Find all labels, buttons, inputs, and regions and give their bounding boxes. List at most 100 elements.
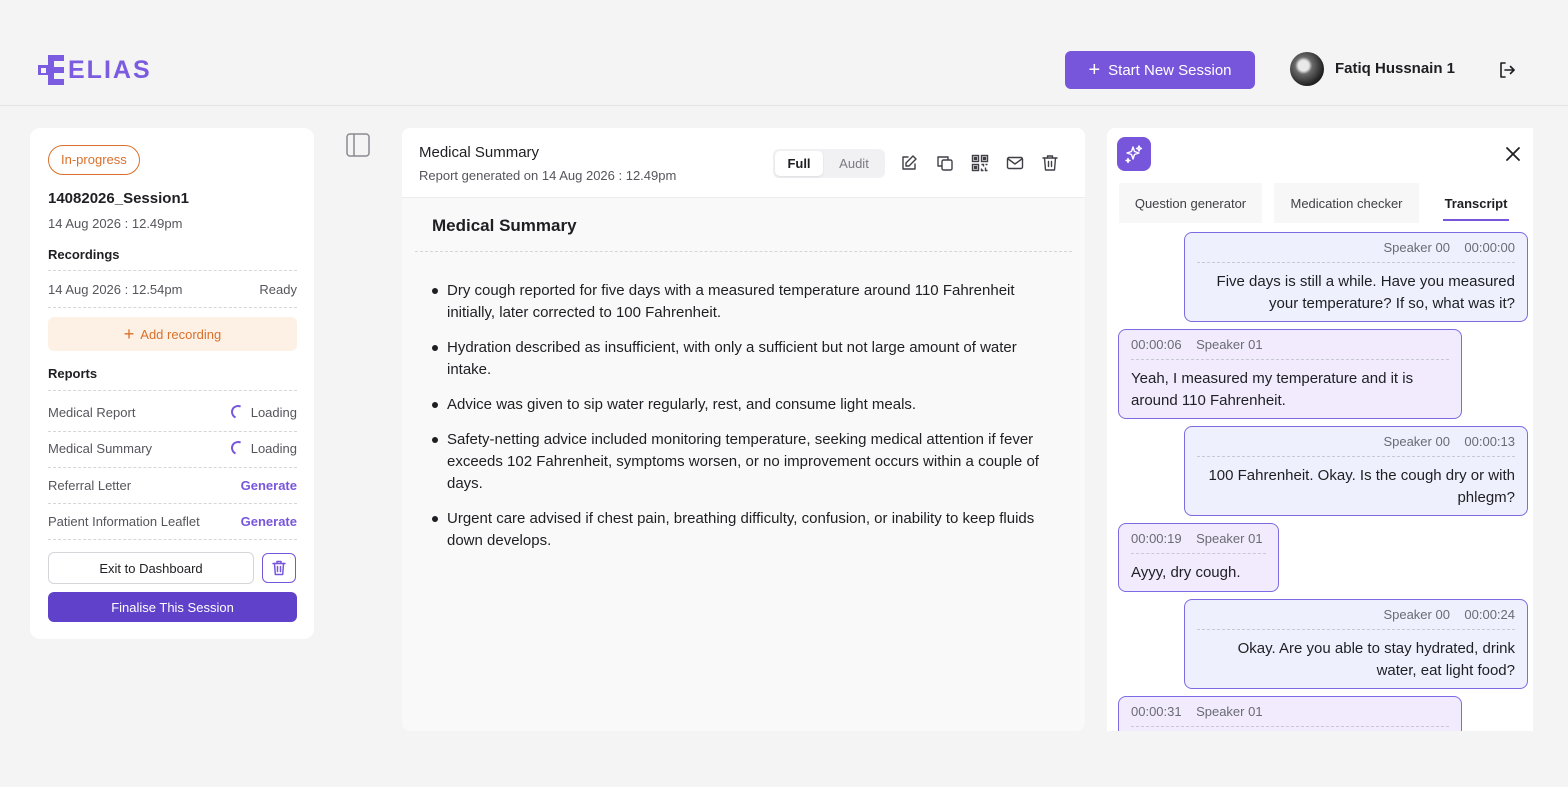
generate-patient-leaflet-link[interactable]: Generate bbox=[241, 514, 297, 529]
qr-code-icon[interactable] bbox=[971, 154, 989, 172]
view-mode-full[interactable]: Full bbox=[775, 151, 823, 176]
list-item: Hydration described as insufficient, wit… bbox=[432, 337, 1057, 381]
message-text: Yeah, I measured my temperature and it i… bbox=[1131, 370, 1414, 409]
tab-question-generator[interactable]: Question generator bbox=[1119, 183, 1262, 223]
report-status: Loading bbox=[228, 403, 297, 421]
divider bbox=[415, 251, 1072, 252]
finalise-session-button[interactable]: Finalise This Session bbox=[48, 592, 297, 622]
copy-icon[interactable] bbox=[936, 154, 954, 172]
message-time: 00:00:19 bbox=[1131, 531, 1182, 546]
message-text: Okay. Are you able to stay hydrated, dri… bbox=[1237, 640, 1515, 679]
close-icon[interactable] bbox=[1504, 145, 1522, 163]
message-time: 00:00:00 bbox=[1464, 240, 1515, 255]
plus-icon: + bbox=[1088, 59, 1101, 81]
email-icon[interactable] bbox=[1006, 154, 1024, 172]
message-speaker: Speaker 01 bbox=[1196, 704, 1263, 719]
report-name: Medical Report bbox=[48, 404, 136, 420]
summary-heading: Medical Summary bbox=[432, 216, 577, 235]
status-badge: In-progress bbox=[48, 145, 140, 175]
report-name: Medical Summary bbox=[48, 440, 153, 456]
session-date: 14 Aug 2026 : 12.49pm bbox=[48, 216, 183, 231]
report-status: Loading bbox=[228, 439, 297, 457]
message-meta: Speaker 00 00:00:00 bbox=[1197, 233, 1515, 263]
transcript-message: Speaker 00 00:00:00 Five days is still a… bbox=[1184, 232, 1528, 322]
report-status-label: Loading bbox=[250, 440, 297, 456]
message-text: 100 Fahrenheit. Okay. Is the cough dry o… bbox=[1208, 467, 1515, 506]
session-title: 14082026_Session1 bbox=[48, 190, 189, 207]
message-speaker: Speaker 01 bbox=[1196, 337, 1263, 352]
tab-medication-checker[interactable]: Medication checker bbox=[1274, 183, 1419, 223]
report-name: Patient Information Leaflet bbox=[48, 513, 200, 529]
loading-spinner-icon bbox=[228, 403, 247, 421]
divider bbox=[48, 539, 297, 540]
start-new-session-button[interactable]: + Start New Session bbox=[1065, 51, 1255, 89]
add-recording-button[interactable]: + Add recording bbox=[48, 317, 297, 351]
report-row-patient-information-leaflet: Patient Information Leaflet Generate bbox=[48, 511, 297, 531]
transcript-message: 00:00:19 Speaker 01 Ayyy, dry cough. bbox=[1118, 523, 1279, 592]
recording-row[interactable]: 14 Aug 2026 : 12.54pm Ready bbox=[48, 279, 297, 299]
message-speaker: Speaker 00 bbox=[1383, 607, 1450, 622]
edit-icon[interactable] bbox=[900, 154, 918, 172]
session-card: In-progress 14082026_Session1 14 Aug 202… bbox=[30, 128, 314, 639]
loading-spinner-icon bbox=[228, 439, 247, 457]
message-text: Ayyy, dry cough. bbox=[1131, 564, 1241, 581]
message-time: 00:00:06 bbox=[1131, 337, 1182, 352]
view-mode-toggle: Full Audit bbox=[773, 149, 885, 178]
logout-icon[interactable] bbox=[1498, 61, 1516, 79]
list-item: Urgent care advised if chest pain, breat… bbox=[432, 508, 1057, 552]
report-panel: Medical Summary Report generated on 14 A… bbox=[402, 128, 1085, 731]
message-meta: Speaker 00 00:00:13 bbox=[1197, 427, 1515, 457]
view-mode-audit[interactable]: Audit bbox=[827, 151, 881, 176]
generate-referral-letter-link[interactable]: Generate bbox=[241, 478, 297, 493]
list-item: Advice was given to sip water regularly,… bbox=[432, 394, 1057, 416]
report-name: Referral Letter bbox=[48, 477, 132, 493]
logo[interactable]: ELIAS bbox=[38, 53, 152, 87]
transcript-message: Speaker 00 00:00:13 100 Fahrenheit. Okay… bbox=[1184, 426, 1528, 516]
message-speaker: Speaker 00 bbox=[1383, 240, 1450, 255]
divider bbox=[48, 270, 297, 271]
logo-mark-icon bbox=[38, 55, 64, 85]
message-meta: Speaker 00 00:00:24 bbox=[1197, 600, 1515, 630]
user-name: Fatiq Hussnain 1 bbox=[1335, 60, 1456, 77]
logo-text: ELIAS bbox=[68, 56, 152, 84]
report-row-referral-letter: Referral Letter Generate bbox=[48, 475, 297, 495]
report-title: Medical Summary bbox=[419, 144, 540, 161]
report-row-medical-summary[interactable]: Medical Summary Loading bbox=[48, 438, 297, 458]
assistant-tabs: Question generator Medication checker Tr… bbox=[1119, 183, 1527, 223]
summary-list: Dry cough reported for five days with a … bbox=[432, 280, 1057, 565]
transcript-message: Speaker 00 00:00:24 Okay. Are you able t… bbox=[1184, 599, 1528, 689]
avatar[interactable] bbox=[1290, 52, 1324, 86]
app-header: ELIAS + Start New Session Fatiq Hussnain… bbox=[0, 0, 1568, 106]
message-meta: 00:00:31 Speaker 01 bbox=[1131, 697, 1449, 727]
list-item: Safety-netting advice included monitorin… bbox=[432, 429, 1057, 495]
divider bbox=[48, 307, 297, 308]
report-header: Medical Summary Report generated on 14 A… bbox=[402, 128, 1085, 198]
report-status-label: Loading bbox=[250, 404, 297, 420]
recordings-heading: Recordings bbox=[48, 247, 120, 262]
divider bbox=[48, 503, 297, 504]
report-row-medical-report[interactable]: Medical Report Loading bbox=[48, 402, 297, 422]
divider bbox=[48, 467, 297, 468]
delete-session-button[interactable] bbox=[262, 553, 296, 583]
divider bbox=[48, 390, 297, 391]
tab-transcript[interactable]: Transcript bbox=[1431, 183, 1521, 223]
message-meta: 00:00:06 Speaker 01 bbox=[1131, 330, 1449, 360]
assistant-panel: Question generator Medication checker Tr… bbox=[1107, 128, 1533, 731]
exit-to-dashboard-button[interactable]: Exit to Dashboard bbox=[48, 552, 254, 584]
plus-icon: + bbox=[123, 324, 135, 344]
sparkle-icon bbox=[1125, 145, 1143, 164]
add-recording-label: Add recording bbox=[140, 326, 222, 342]
message-text: Five days is still a while. Have you mea… bbox=[1216, 273, 1515, 312]
message-time: 00:00:13 bbox=[1464, 434, 1515, 449]
transcript-message: 00:00:06 Speaker 01 Yeah, I measured my … bbox=[1118, 329, 1462, 419]
message-time: 00:00:24 bbox=[1464, 607, 1515, 622]
sidebar-toggle-icon[interactable] bbox=[346, 133, 370, 157]
list-item: Dry cough reported for five days with a … bbox=[432, 280, 1057, 324]
trash-icon[interactable] bbox=[1041, 154, 1059, 172]
message-speaker: Speaker 01 bbox=[1196, 531, 1263, 546]
ai-assistant-icon[interactable] bbox=[1117, 137, 1151, 171]
divider bbox=[48, 431, 297, 432]
start-new-session-label: Start New Session bbox=[1108, 61, 1232, 79]
recording-status: Ready bbox=[259, 281, 297, 297]
recording-time: 14 Aug 2026 : 12.54pm bbox=[48, 281, 183, 297]
